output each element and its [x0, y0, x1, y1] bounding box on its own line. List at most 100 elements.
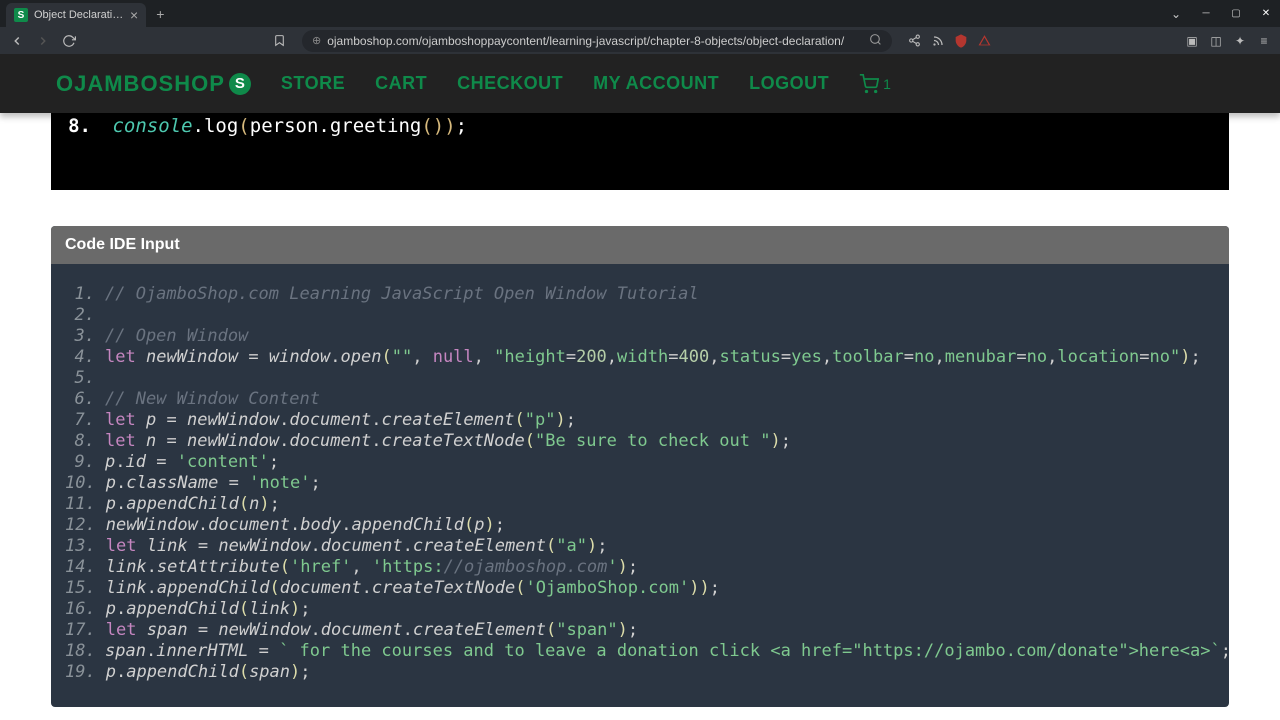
- rss-icon[interactable]: [928, 31, 948, 51]
- panel-icon[interactable]: ◫: [1206, 31, 1226, 51]
- minimize-icon[interactable]: ─: [1192, 2, 1220, 26]
- code-text: link.appendChild(document.createTextNode…: [106, 578, 720, 599]
- code-line: 1.// OjamboShop.com Learning JavaScript …: [65, 284, 1215, 305]
- ide-header: Code IDE Input: [51, 226, 1229, 264]
- code-text: // New Window Content: [105, 389, 320, 410]
- browser-toolbar: ⊕ ojamboshop.com/ojamboshoppaycontent/le…: [0, 27, 1280, 54]
- menu-icon[interactable]: ≡: [1254, 31, 1274, 51]
- line-number: 3.: [65, 326, 105, 347]
- line-number: 19.: [65, 662, 106, 683]
- browser-tab[interactable]: S Object Declaration - Ojamb… ×: [6, 3, 146, 27]
- code-line: 6.// New Window Content: [65, 389, 1215, 410]
- code-ide-panel: Code IDE Input 1.// OjamboShop.com Learn…: [51, 226, 1229, 707]
- line-number: 12.: [65, 515, 106, 536]
- line-number: 5.: [65, 368, 105, 389]
- logo-text: OJAMBOSHOP: [56, 71, 225, 97]
- line-number: 4.: [65, 347, 105, 368]
- code-block-console: 8. console.log(person.greeting());: [51, 113, 1229, 190]
- nav-logout[interactable]: LOGOUT: [749, 73, 829, 94]
- code-line: 13.let link = newWindow.document.createE…: [65, 536, 1215, 557]
- new-tab-button[interactable]: +: [156, 6, 164, 22]
- tab-close-icon[interactable]: ×: [130, 7, 138, 23]
- chevron-down-icon[interactable]: ⌄: [1162, 2, 1190, 26]
- reload-button[interactable]: [58, 30, 80, 52]
- code-line: 9.p.id = 'content';: [65, 452, 1215, 473]
- zoom-icon[interactable]: [869, 33, 882, 49]
- close-icon[interactable]: ✕: [1252, 2, 1280, 26]
- logo-badge: S: [229, 73, 251, 95]
- code-line: 12.newWindow.document.body.appendChild(p…: [65, 515, 1215, 536]
- code-line: 18.span.innerHTML = ` for the courses an…: [65, 641, 1215, 662]
- code-text: link.setAttribute('href', 'https://ojamb…: [106, 557, 638, 578]
- code-text: let link = newWindow.document.createElem…: [106, 536, 608, 557]
- code-line: 5.: [65, 368, 1215, 389]
- site-header: OJAMBOSHOP S STORE CART CHECKOUT MY ACCO…: [0, 54, 1280, 113]
- code-text: p.appendChild(span);: [106, 662, 311, 683]
- adblock-icon[interactable]: [952, 33, 970, 49]
- nav-checkout[interactable]: CHECKOUT: [457, 73, 563, 94]
- back-button[interactable]: [6, 30, 28, 52]
- sparkle-icon[interactable]: ✦: [1230, 31, 1250, 51]
- bookmark-icon[interactable]: [268, 30, 290, 52]
- site-logo[interactable]: OJAMBOSHOP S: [56, 71, 251, 97]
- cart-icon: [859, 74, 879, 94]
- line-number: 1.: [65, 284, 105, 305]
- line-number: 11.: [65, 494, 106, 515]
- maximize-icon[interactable]: ▢: [1222, 2, 1250, 26]
- line-number: 6.: [65, 389, 105, 410]
- code-line: 16.p.appendChild(link);: [65, 599, 1215, 620]
- code-line: 14.link.setAttribute('href', 'https://oj…: [65, 557, 1215, 578]
- code-text: // OjamboShop.com Learning JavaScript Op…: [105, 284, 699, 305]
- line-number: 8.: [61, 113, 91, 140]
- page-viewport[interactable]: OJAMBOSHOP S STORE CART CHECKOUT MY ACCO…: [0, 54, 1280, 720]
- forward-button[interactable]: [32, 30, 54, 52]
- nav-cart[interactable]: CART: [375, 73, 427, 94]
- nav-store[interactable]: STORE: [281, 73, 345, 94]
- code-text: p.className = 'note';: [106, 473, 321, 494]
- warning-icon[interactable]: [974, 31, 994, 51]
- url-text: ojamboshop.com/ojamboshoppaycontent/lear…: [327, 34, 844, 48]
- code-text: let newWindow = window.open("", null, "h…: [105, 347, 1201, 368]
- line-number: 13.: [65, 536, 106, 557]
- site-info-icon[interactable]: ⊕: [312, 34, 321, 47]
- cart-button[interactable]: 1: [859, 74, 891, 94]
- share-icon[interactable]: [904, 31, 924, 51]
- code-text: p.appendChild(n);: [106, 494, 280, 515]
- code-line: 19.p.appendChild(span);: [65, 662, 1215, 683]
- ide-body: 1.// OjamboShop.com Learning JavaScript …: [51, 264, 1229, 707]
- line-number: 9.: [65, 452, 105, 473]
- code-text: let n = newWindow.document.createTextNod…: [105, 431, 791, 452]
- code-line: 11.p.appendChild(n);: [65, 494, 1215, 515]
- code-text: // Open Window: [105, 326, 248, 347]
- line-number: 8.: [65, 431, 105, 452]
- sidebar-icon[interactable]: ▣: [1182, 31, 1202, 51]
- code-line: 4.let newWindow = window.open("", null, …: [65, 347, 1215, 368]
- nav-myaccount[interactable]: MY ACCOUNT: [593, 73, 719, 94]
- code-line: 15.link.appendChild(document.createTextN…: [65, 578, 1215, 599]
- code-line: 2.: [65, 305, 1215, 326]
- code-text: let span = newWindow.document.createElem…: [106, 620, 638, 641]
- code-text: let p = newWindow.document.createElement…: [105, 410, 576, 431]
- code-line: 8.let n = newWindow.document.createTextN…: [65, 431, 1215, 452]
- line-number: 17.: [65, 620, 106, 641]
- code-text: p.appendChild(link);: [106, 599, 311, 620]
- code-line: 17.let span = newWindow.document.createE…: [65, 620, 1215, 641]
- code-line: 10.p.className = 'note';: [65, 473, 1215, 494]
- line-number: 16.: [65, 599, 106, 620]
- browser-titlebar: S Object Declaration - Ojamb… × + ⌄ ─ ▢ …: [0, 0, 1280, 27]
- url-bar[interactable]: ⊕ ojamboshop.com/ojamboshoppaycontent/le…: [302, 30, 892, 52]
- line-number: 2.: [65, 305, 105, 326]
- tab-title: Object Declaration - Ojamb…: [34, 9, 124, 21]
- line-number: 7.: [65, 410, 105, 431]
- line-number: 18.: [65, 641, 105, 662]
- line-number: 15.: [65, 578, 106, 599]
- code-line: 3.// Open Window: [65, 326, 1215, 347]
- cart-count: 1: [883, 76, 891, 92]
- code-line: 8. console.log(person.greeting());: [61, 113, 1219, 140]
- line-number: 14.: [65, 557, 106, 578]
- code-text: span.innerHTML = ` for the courses and t…: [105, 641, 1229, 662]
- tab-favicon: S: [14, 8, 28, 22]
- line-number: 10.: [65, 473, 106, 494]
- code-text: p.id = 'content';: [105, 452, 279, 473]
- code-text: newWindow.document.body.appendChild(p);: [106, 515, 505, 536]
